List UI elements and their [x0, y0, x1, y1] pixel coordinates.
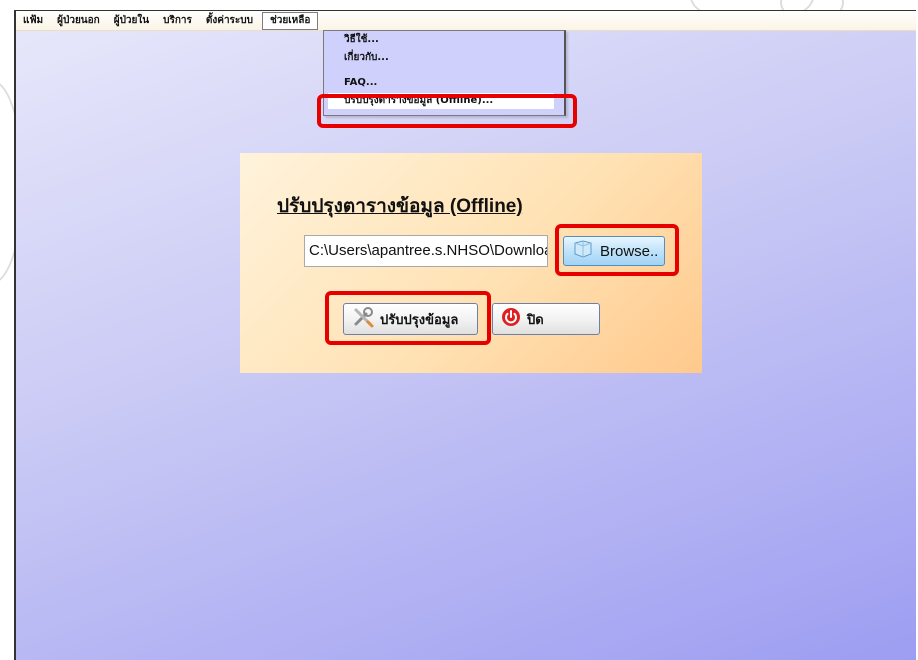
close-button[interactable]: ปิด — [492, 303, 600, 335]
file-path-input[interactable]: C:\Users\apantree.s.NHSO\Downloads — [304, 235, 548, 267]
menu-services[interactable]: บริการ — [156, 11, 199, 30]
menu-settings[interactable]: ตั้งค่าระบบ — [199, 11, 260, 30]
menu-item-about[interactable]: เกี่ยวกับ... — [344, 50, 389, 66]
menu-bar: แฟ้ม ผู้ป่วยนอก ผู้ป่วยใน บริการ ตั้งค่า… — [16, 11, 916, 31]
menu-outpatient[interactable]: ผู้ป่วยนอก — [50, 11, 107, 30]
menu-file[interactable]: แฟ้ม — [16, 11, 50, 30]
dialog-title: ปรับปรุงตารางข้อมูล (Offline) — [277, 196, 523, 217]
highlight-box-browse — [555, 224, 679, 276]
menu-inpatient[interactable]: ผู้ป่วยใน — [107, 11, 156, 30]
highlight-box-menu-item — [317, 94, 577, 128]
menu-item-how-to-use[interactable]: วิธีใช้... — [344, 32, 379, 48]
highlight-box-update — [325, 291, 491, 345]
menu-help[interactable]: ช่วยเหลือ — [262, 11, 319, 30]
app-window: แฟ้ม ผู้ป่วยนอก ผู้ป่วยใน บริการ ตั้งค่า… — [14, 10, 916, 660]
menu-item-faq[interactable]: FAQ... — [344, 75, 377, 91]
close-button-label: ปิด — [527, 312, 544, 328]
power-icon — [501, 307, 521, 331]
